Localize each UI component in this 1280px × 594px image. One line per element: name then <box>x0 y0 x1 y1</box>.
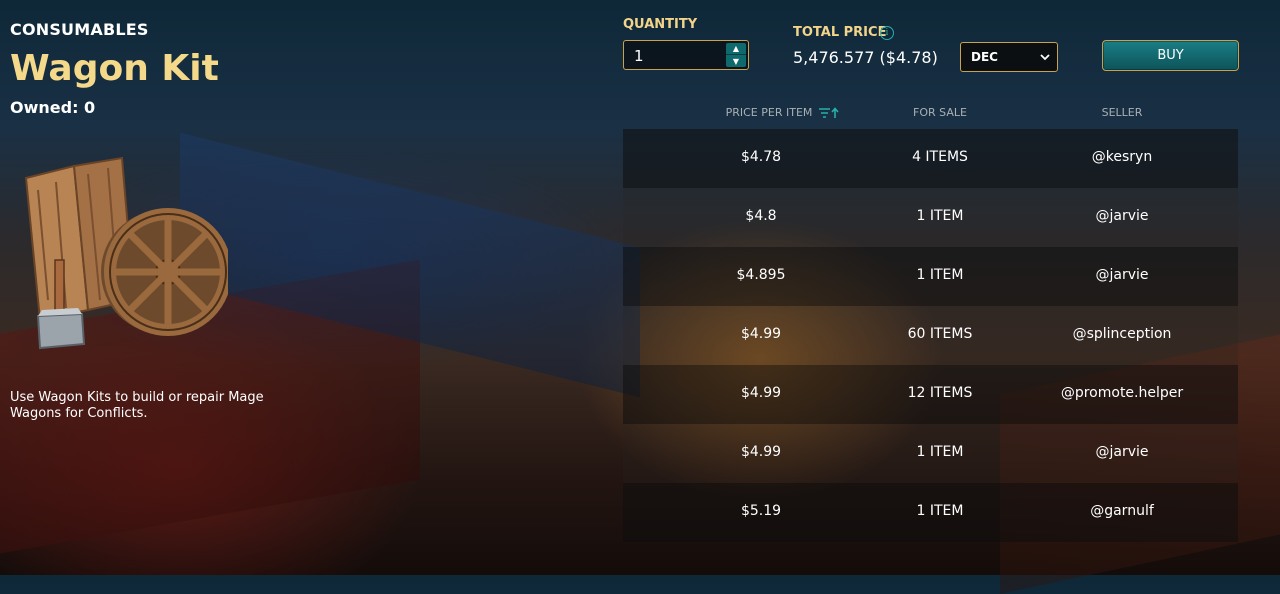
row-seller: @garnulf <box>1090 503 1154 519</box>
table-row[interactable]: $4.895 1 ITEM @jarvie <box>623 247 1238 306</box>
table-row[interactable]: $4.99 1 ITEM @jarvie <box>623 424 1238 483</box>
row-price: $4.99 <box>740 385 782 401</box>
currency-select[interactable]: DEC <box>960 42 1058 72</box>
row-price: $4.8 <box>745 208 777 224</box>
caret-up-icon[interactable]: ▲ <box>726 43 746 55</box>
row-seller: @jarvie <box>1095 267 1149 283</box>
table-row[interactable]: $4.78 4 ITEMS @kesryn <box>623 129 1238 188</box>
table-row[interactable]: $4.99 12 ITEMS @promote.helper <box>623 365 1238 424</box>
row-seller: @jarvie <box>1095 208 1149 224</box>
row-for-sale: 12 ITEMS <box>907 385 973 401</box>
row-for-sale: 60 ITEMS <box>907 326 973 342</box>
buy-button[interactable]: BUY <box>1102 40 1239 71</box>
stepper-buttons: ▲ ▼ <box>726 43 746 67</box>
info-icon[interactable]: i <box>880 26 894 40</box>
item-description: Use Wagon Kits to build or repair Mage W… <box>10 390 264 421</box>
row-for-sale: 1 ITEM <box>916 267 964 283</box>
table-row[interactable]: $5.19 1 ITEM @garnulf <box>623 483 1238 542</box>
row-price: $4.99 <box>740 444 782 460</box>
listings-table: $4.78 4 ITEMS @kesryn $4.8 1 ITEM @jarvi… <box>623 129 1238 542</box>
caret-down-icon[interactable]: ▼ <box>726 55 746 67</box>
wagon-kit-image <box>24 156 228 350</box>
column-price-label: PRICE PER ITEM <box>725 106 813 119</box>
row-seller: @splinception <box>1072 326 1172 342</box>
table-row[interactable]: $4.8 1 ITEM @jarvie <box>623 188 1238 247</box>
listings-header: PRICE PER ITEM FOR SALE SELLER <box>623 104 1238 122</box>
row-for-sale: 1 ITEM <box>916 503 964 519</box>
item-title: Wagon Kit <box>10 48 219 89</box>
wagon-wheel <box>101 208 228 336</box>
row-seller: @kesryn <box>1091 149 1153 165</box>
currency-value: DEC <box>971 50 998 64</box>
total-price-value: 5,476.577 ($4.78) <box>793 48 938 67</box>
row-price: $4.78 <box>740 149 782 165</box>
row-price: $5.19 <box>740 503 782 519</box>
row-for-sale: 1 ITEM <box>916 444 964 460</box>
background-tent-blue <box>180 132 640 398</box>
table-row[interactable]: $4.99 60 ITEMS @splinception <box>623 306 1238 365</box>
item-category: CONSUMABLES <box>10 20 149 39</box>
row-for-sale: 4 ITEMS <box>912 149 968 165</box>
owned-count: Owned: 0 <box>10 98 96 117</box>
chevron-down-icon <box>1040 54 1050 61</box>
row-for-sale: 1 ITEM <box>916 208 964 224</box>
row-price: $4.99 <box>740 326 782 342</box>
row-seller: @jarvie <box>1095 444 1149 460</box>
sort-icon[interactable] <box>818 107 840 119</box>
quantity-label: QUANTITY <box>623 17 698 32</box>
column-seller: SELLER <box>1101 106 1143 119</box>
quantity-input[interactable] <box>624 41 732 71</box>
column-for-sale: FOR SALE <box>913 106 967 119</box>
total-price-label: TOTAL PRICE <box>793 25 887 40</box>
row-seller: @promote.helper <box>1060 385 1184 401</box>
quantity-stepper[interactable]: ▲ ▼ <box>623 40 749 71</box>
row-price: $4.895 <box>736 267 786 283</box>
